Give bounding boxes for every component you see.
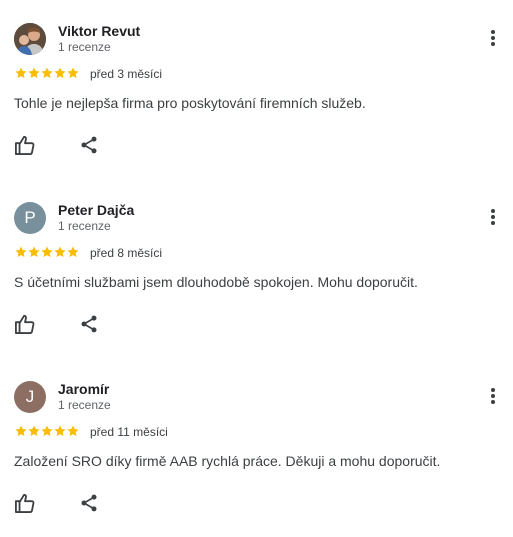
profile-photo — [14, 23, 46, 55]
star-rating — [14, 66, 79, 80]
like-button[interactable] — [14, 493, 36, 513]
star-icon — [41, 425, 53, 437]
star-icon — [67, 67, 79, 79]
avatar[interactable]: J — [14, 381, 46, 413]
review-text: Tohle je nejlepša firma pro poskytování … — [14, 95, 366, 111]
star-icon — [15, 246, 27, 258]
more-options-button[interactable] — [484, 209, 502, 229]
review-date: před 8 měsíci — [90, 246, 163, 260]
more-options-button[interactable] — [484, 388, 502, 408]
review-count: 1 recenze — [58, 219, 111, 233]
star-icon — [41, 67, 53, 79]
avatar[interactable] — [14, 23, 46, 55]
review-count: 1 recenze — [58, 40, 111, 54]
author-name[interactable]: Viktor Revut — [58, 23, 140, 39]
review-text: Založení SRO díky firmě AAB rychlá práce… — [14, 453, 441, 469]
more-options-button[interactable] — [484, 30, 502, 50]
share-button[interactable] — [79, 493, 99, 513]
avatar-letter: J — [25, 387, 35, 406]
like-button[interactable] — [14, 314, 36, 334]
star-icon — [28, 246, 40, 258]
share-icon — [81, 136, 97, 154]
more-vert-icon — [491, 388, 495, 392]
star-icon — [28, 425, 40, 437]
share-icon — [81, 315, 97, 333]
share-icon — [81, 494, 97, 512]
more-vert-icon — [491, 30, 495, 34]
share-button[interactable] — [79, 135, 99, 155]
review-card: P Peter Dajča 1 recenze před 8 měsíci S … — [0, 179, 513, 358]
star-icon — [67, 246, 79, 258]
star-icon — [15, 67, 27, 79]
like-button[interactable] — [14, 135, 36, 155]
review-card: J Jaromír 1 recenze před 11 měsíci Založ… — [0, 358, 513, 537]
star-icon — [54, 246, 66, 258]
thumb-up-icon — [14, 135, 35, 155]
star-icon — [15, 425, 27, 437]
review-date: před 3 měsíci — [90, 67, 163, 81]
review-card: Viktor Revut 1 recenze před 3 měsíci Toh… — [0, 0, 513, 179]
avatar[interactable]: P — [14, 202, 46, 234]
thumb-up-icon — [14, 493, 35, 513]
star-icon — [54, 425, 66, 437]
reviews-list: Viktor Revut 1 recenze před 3 měsíci Toh… — [0, 0, 513, 537]
star-icon — [41, 246, 53, 258]
review-date: před 11 měsíci — [90, 425, 168, 439]
star-icon — [28, 67, 40, 79]
share-button[interactable] — [79, 314, 99, 334]
author-name[interactable]: Peter Dajča — [58, 202, 134, 218]
review-count: 1 recenze — [58, 398, 111, 412]
author-name[interactable]: Jaromír — [58, 381, 109, 397]
star-rating — [14, 245, 79, 259]
star-icon — [67, 425, 79, 437]
review-text: S účetními službami jsem dlouhodobě spok… — [14, 274, 418, 290]
star-icon — [54, 67, 66, 79]
more-vert-icon — [491, 209, 495, 213]
star-rating — [14, 424, 79, 438]
avatar-letter: P — [24, 208, 36, 227]
thumb-up-icon — [14, 314, 35, 334]
